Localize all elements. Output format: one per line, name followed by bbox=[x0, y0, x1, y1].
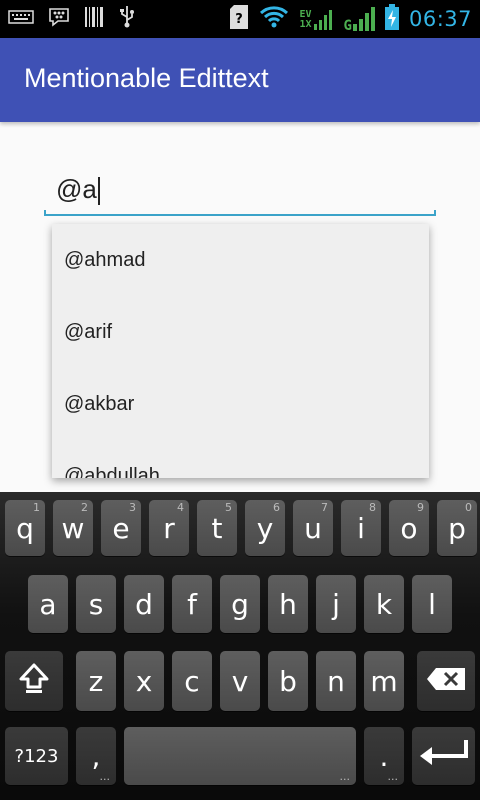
suggestion-item[interactable]: @ahmad bbox=[52, 224, 429, 296]
edit-text-value: @a bbox=[56, 174, 97, 204]
notification-icons bbox=[8, 6, 136, 32]
key-c[interactable]: c bbox=[172, 651, 212, 711]
symbols-key[interactable]: ?123 bbox=[5, 727, 68, 785]
key-l[interactable]: l bbox=[412, 575, 452, 633]
key-f[interactable]: f bbox=[172, 575, 212, 633]
clock: 06:37 bbox=[408, 7, 472, 31]
key-q[interactable]: q1 bbox=[5, 500, 45, 556]
key-v[interactable]: v bbox=[220, 651, 260, 711]
system-icons: ? EV 1X G 06:37 bbox=[229, 4, 472, 34]
key-hint: 2 bbox=[81, 501, 88, 514]
space-key[interactable]: ... bbox=[124, 727, 356, 785]
key-hint: 6 bbox=[273, 501, 280, 514]
key-hint: 4 bbox=[177, 501, 184, 514]
key-h[interactable]: h bbox=[268, 575, 308, 633]
comma-key[interactable]: , ... bbox=[76, 727, 116, 785]
mention-suggestions-dropdown: @ahmad @arif @akbar @abdullah bbox=[52, 224, 429, 478]
status-bar: ? EV 1X G 06:37 bbox=[0, 0, 480, 38]
key-n[interactable]: n bbox=[316, 651, 356, 711]
key-r[interactable]: r4 bbox=[149, 500, 189, 556]
backspace-icon bbox=[426, 665, 466, 698]
key-i[interactable]: i8 bbox=[341, 500, 381, 556]
key-hint: 7 bbox=[321, 501, 328, 514]
key-p[interactable]: p0 bbox=[437, 500, 477, 556]
usb-icon bbox=[118, 5, 136, 33]
key-d[interactable]: d bbox=[124, 575, 164, 633]
svg-text:?: ? bbox=[236, 12, 244, 27]
key-s[interactable]: s bbox=[76, 575, 116, 633]
key-hint: 5 bbox=[225, 501, 232, 514]
suggestion-item[interactable]: @arif bbox=[52, 296, 429, 368]
battery-charging-icon bbox=[384, 4, 399, 34]
mention-edit-text[interactable]: @a bbox=[44, 160, 436, 216]
key-hint: 3 bbox=[129, 501, 136, 514]
wifi-icon bbox=[259, 5, 289, 33]
key-b[interactable]: b bbox=[268, 651, 308, 711]
key-y[interactable]: y6 bbox=[245, 500, 285, 556]
bbm-icon bbox=[48, 6, 70, 32]
suggestion-item[interactable]: @akbar bbox=[52, 368, 429, 440]
key-a[interactable]: a bbox=[28, 575, 68, 633]
key-g[interactable]: g bbox=[220, 575, 260, 633]
enter-key[interactable] bbox=[412, 727, 475, 785]
key-t[interactable]: t5 bbox=[197, 500, 237, 556]
keyboard-icon bbox=[8, 9, 34, 29]
enter-icon bbox=[418, 738, 470, 775]
period-key[interactable]: . ... bbox=[364, 727, 404, 785]
key-j[interactable]: j bbox=[316, 575, 356, 633]
shift-icon bbox=[17, 661, 51, 702]
app-bar: Mentionable Edittext bbox=[0, 38, 480, 122]
soft-keyboard: q1w2e3r4t5y6u7i8o9p0 asdfghjkl zxcvbnm ?… bbox=[0, 492, 480, 800]
evdo-signal-icon: EV 1X bbox=[299, 8, 333, 30]
key-z[interactable]: z bbox=[76, 651, 116, 711]
barcode-icon bbox=[84, 6, 104, 32]
key-k[interactable]: k bbox=[364, 575, 404, 633]
key-hint: 8 bbox=[369, 501, 376, 514]
key-w[interactable]: w2 bbox=[53, 500, 93, 556]
key-x[interactable]: x bbox=[124, 651, 164, 711]
key-o[interactable]: o9 bbox=[389, 500, 429, 556]
text-cursor bbox=[97, 177, 100, 206]
key-u[interactable]: u7 bbox=[293, 500, 333, 556]
shift-key[interactable] bbox=[5, 651, 63, 711]
key-hint: 1 bbox=[33, 501, 40, 514]
key-hint: 9 bbox=[417, 501, 424, 514]
backspace-key[interactable] bbox=[417, 651, 475, 711]
key-e[interactable]: e3 bbox=[101, 500, 141, 556]
key-m[interactable]: m bbox=[364, 651, 404, 711]
app-title: Mentionable Edittext bbox=[24, 63, 269, 93]
key-hint: 0 bbox=[465, 501, 472, 514]
suggestion-item[interactable]: @abdullah bbox=[52, 440, 429, 479]
edit-text-underline bbox=[44, 210, 436, 216]
sd-card-icon: ? bbox=[229, 4, 249, 34]
signal-icon: G bbox=[344, 7, 375, 33]
